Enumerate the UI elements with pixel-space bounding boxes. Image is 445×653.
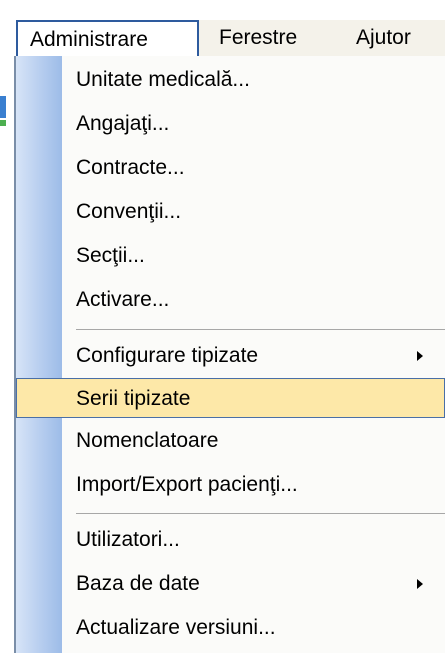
menu-item-label: Serii tipizate [76,387,191,410]
menu-item-label: Activare... [76,288,170,311]
app-window: Administrare Ferestre Ajutor Unitate med… [0,0,445,653]
menu-item-label: Angajaţi... [76,112,170,135]
menu-item-utilizatori[interactable]: Utilizatori... [16,520,445,560]
administrare-dropdown: Unitate medicală... Angajaţi... Contract… [14,56,445,653]
menu-item-configurare-tipizate[interactable]: Configurare tipizate [16,336,445,376]
menu-item-label: Configurare tipizate [76,344,259,367]
menu-item-label: Import/Export pacienţi... [76,473,298,496]
menu-item-label: Actualizare versiuni... [76,616,276,639]
menu-ferestre[interactable]: Ferestre [219,20,297,56]
menu-item-actualizare-versiuni[interactable]: Actualizare versiuni... [16,608,445,648]
menu-item-sectii[interactable]: Secţii... [16,236,445,276]
menu-separator [76,329,445,330]
menu-item-activare[interactable]: Activare... [16,280,445,320]
menu-item-nomenclatoare[interactable]: Nomenclatoare [16,421,445,461]
submenu-arrow-icon [417,579,423,589]
menu-item-unitate-medicala[interactable]: Unitate medicală... [16,60,445,100]
menu-bar: Administrare Ferestre Ajutor [16,20,445,58]
menu-item-serii-tipizate[interactable]: Serii tipizate [16,378,445,418]
menu-ajutor[interactable]: Ajutor [356,20,411,56]
submenu-arrow-icon [417,351,423,361]
menu-item-import-export-pacienti[interactable]: Import/Export pacienţi... [16,465,445,505]
menu-item-conventii[interactable]: Convenţii... [16,192,445,232]
menu-item-angajati[interactable]: Angajaţi... [16,104,445,144]
menu-item-label: Unitate medicală... [76,68,250,91]
menu-item-contracte[interactable]: Contracte... [16,148,445,188]
menu-separator [76,513,445,514]
menu-item-label: Contracte... [76,156,185,179]
background-accent-green [0,120,6,126]
background-accent [0,96,6,118]
menu-item-label: Baza de date [76,572,200,595]
menu-item-baza-de-date[interactable]: Baza de date [16,564,445,604]
menu-administrare[interactable]: Administrare [16,20,199,58]
menu-item-label: Nomenclatoare [76,429,219,452]
menu-item-label: Utilizatori... [76,528,180,551]
menu-item-label: Secţii... [76,244,145,267]
menu-item-label: Convenţii... [76,200,182,223]
